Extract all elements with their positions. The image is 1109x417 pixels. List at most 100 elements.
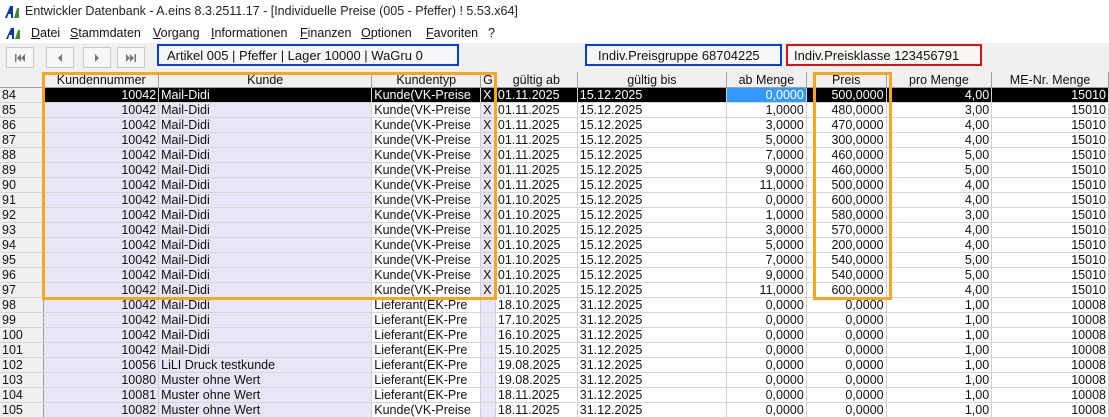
min-quantity-cell[interactable]: 0,0000 xyxy=(726,387,807,403)
per-quantity-cell[interactable]: 3,00 xyxy=(886,102,993,118)
row-number[interactable]: 105 xyxy=(0,402,45,417)
min-quantity-cell[interactable]: 11,0000 xyxy=(726,177,807,193)
min-quantity-cell[interactable]: 7,0000 xyxy=(726,147,807,163)
unit-number-cell[interactable]: 15010 xyxy=(991,117,1109,133)
customer-type-cell[interactable]: Kunde(VK-Preise xyxy=(371,117,482,133)
valid-from-cell[interactable]: 01.10.2025 xyxy=(495,252,578,268)
customer-number-cell[interactable]: 10081 xyxy=(43,387,160,403)
unit-number-cell[interactable]: 10008 xyxy=(991,402,1109,417)
g-flag-cell[interactable] xyxy=(480,327,496,343)
per-quantity-cell[interactable]: 5,00 xyxy=(886,252,993,268)
row-number[interactable]: 95 xyxy=(0,252,45,268)
last-record-button[interactable] xyxy=(117,47,145,68)
row-number[interactable]: 102 xyxy=(0,357,45,373)
customer-type-cell[interactable]: Lieferant(EK-Pre xyxy=(371,357,482,373)
customer-name-cell[interactable]: Mail-Didi xyxy=(158,327,373,343)
g-flag-cell[interactable] xyxy=(480,312,496,328)
per-quantity-cell[interactable]: 1,00 xyxy=(886,357,993,373)
g-flag-cell[interactable] xyxy=(480,402,496,417)
per-quantity-cell[interactable]: 1,00 xyxy=(886,402,993,417)
menu-vorgang[interactable]: Vorgang xyxy=(153,26,200,40)
min-quantity-cell[interactable]: 1,0000 xyxy=(726,102,807,118)
customer-type-cell[interactable]: Lieferant(EK-Pre xyxy=(371,372,482,388)
col-header-kundennummer[interactable]: Kundennummer xyxy=(43,72,160,88)
customer-type-cell[interactable]: Kunde(VK-Preise xyxy=(371,177,482,193)
table-row[interactable]: 102 10056 LiLI Druck testkunde Lieferant(EK… xyxy=(0,357,1109,373)
per-quantity-cell[interactable]: 5,00 xyxy=(886,162,993,178)
min-quantity-cell[interactable]: 11,0000 xyxy=(726,282,807,298)
valid-from-cell[interactable]: 15.10.2025 xyxy=(495,342,578,358)
table-row[interactable]: 85 10042 Mail-Didi Kunde(VK-Preise X 01.11.20… xyxy=(0,102,1109,118)
customer-name-cell[interactable]: Mail-Didi xyxy=(158,237,373,253)
valid-from-cell[interactable]: 01.11.2025 xyxy=(495,87,578,103)
valid-to-cell[interactable]: 31.12.2025 xyxy=(577,312,728,328)
valid-to-cell[interactable]: 31.12.2025 xyxy=(577,357,728,373)
customer-type-cell[interactable]: Lieferant(EK-Pre xyxy=(371,312,482,328)
unit-number-cell[interactable]: 15010 xyxy=(991,177,1109,193)
min-quantity-cell[interactable]: 0,0000 xyxy=(726,357,807,373)
next-record-button[interactable] xyxy=(83,47,111,68)
customer-name-cell[interactable]: Mail-Didi xyxy=(158,177,373,193)
g-flag-cell[interactable]: X xyxy=(480,207,496,223)
unit-number-cell[interactable]: 10008 xyxy=(991,297,1109,313)
unit-number-cell[interactable]: 15010 xyxy=(991,252,1109,268)
valid-from-cell[interactable]: 19.08.2025 xyxy=(495,372,578,388)
price-cell[interactable]: 0,0000 xyxy=(806,312,887,328)
price-cell[interactable]: 460,0000 xyxy=(806,162,887,178)
row-number[interactable]: 93 xyxy=(0,222,45,238)
valid-to-cell[interactable]: 15.12.2025 xyxy=(577,252,728,268)
customer-name-cell[interactable]: Mail-Didi xyxy=(158,162,373,178)
min-quantity-cell[interactable]: 0,0000 xyxy=(726,372,807,388)
customer-name-cell[interactable]: Mail-Didi xyxy=(158,267,373,283)
table-row[interactable]: 91 10042 Mail-Didi Kunde(VK-Preise X 01.10.20… xyxy=(0,192,1109,208)
customer-type-cell[interactable]: Kunde(VK-Preise xyxy=(371,87,482,103)
g-flag-cell[interactable] xyxy=(480,297,496,313)
g-flag-cell[interactable]: X xyxy=(480,132,496,148)
valid-to-cell[interactable]: 15.12.2025 xyxy=(577,147,728,163)
unit-number-cell[interactable]: 15010 xyxy=(991,267,1109,283)
row-number[interactable]: 97 xyxy=(0,282,45,298)
row-number[interactable]: 88 xyxy=(0,147,45,163)
customer-type-cell[interactable]: Lieferant(EK-Pre xyxy=(371,387,482,403)
customer-number-cell[interactable]: 10042 xyxy=(43,237,160,253)
g-flag-cell[interactable]: X xyxy=(480,222,496,238)
price-cell[interactable]: 0,0000 xyxy=(806,342,887,358)
unit-number-cell[interactable]: 10008 xyxy=(991,387,1109,403)
price-cell[interactable]: 600,0000 xyxy=(806,192,887,208)
per-quantity-cell[interactable]: 3,00 xyxy=(886,207,993,223)
unit-number-cell[interactable]: 10008 xyxy=(991,342,1109,358)
per-quantity-cell[interactable]: 5,00 xyxy=(886,147,993,163)
price-cell[interactable]: 600,0000 xyxy=(806,282,887,298)
customer-type-cell[interactable]: Lieferant(EK-Pre xyxy=(371,297,482,313)
col-header-gueltig-bis[interactable]: gültig bis xyxy=(577,72,728,88)
customer-number-cell[interactable]: 10042 xyxy=(43,117,160,133)
min-quantity-cell[interactable]: 3,0000 xyxy=(726,117,807,133)
customer-name-cell[interactable]: Mail-Didi xyxy=(158,117,373,133)
per-quantity-cell[interactable]: 4,00 xyxy=(886,87,993,103)
table-row[interactable]: 100 10042 Mail-Didi Lieferant(EK-Pre 16.10.2… xyxy=(0,327,1109,343)
per-quantity-cell[interactable]: 1,00 xyxy=(886,297,993,313)
unit-number-cell[interactable]: 15010 xyxy=(991,237,1109,253)
customer-type-cell[interactable]: Kunde(VK-Preise xyxy=(371,282,482,298)
valid-to-cell[interactable]: 15.12.2025 xyxy=(577,132,728,148)
valid-from-cell[interactable]: 01.10.2025 xyxy=(495,207,578,223)
customer-number-cell[interactable]: 10042 xyxy=(43,312,160,328)
valid-to-cell[interactable]: 15.12.2025 xyxy=(577,207,728,223)
customer-number-cell[interactable]: 10042 xyxy=(43,177,160,193)
valid-from-cell[interactable]: 01.10.2025 xyxy=(495,222,578,238)
customer-type-cell[interactable]: Kunde(VK-Preise xyxy=(371,192,482,208)
min-quantity-cell[interactable]: 5,0000 xyxy=(726,132,807,148)
valid-to-cell[interactable]: 31.12.2025 xyxy=(577,327,728,343)
unit-number-cell[interactable]: 15010 xyxy=(991,147,1109,163)
price-cell[interactable]: 500,0000 xyxy=(806,177,887,193)
valid-to-cell[interactable]: 31.12.2025 xyxy=(577,372,728,388)
customer-name-cell[interactable]: Mail-Didi xyxy=(158,312,373,328)
row-number[interactable]: 89 xyxy=(0,162,45,178)
min-quantity-cell[interactable]: 0,0000 xyxy=(726,312,807,328)
customer-type-cell[interactable]: Lieferant(EK-Pre xyxy=(371,342,482,358)
customer-type-cell[interactable]: Kunde(VK-Preise xyxy=(371,402,482,417)
table-row[interactable]: 101 10042 Mail-Didi Lieferant(EK-Pre 15.10.2… xyxy=(0,342,1109,358)
customer-type-cell[interactable]: Kunde(VK-Preise xyxy=(371,147,482,163)
min-quantity-cell[interactable]: 9,0000 xyxy=(726,162,807,178)
table-row[interactable]: 96 10042 Mail-Didi Kunde(VK-Preise X 01.10.20… xyxy=(0,267,1109,283)
